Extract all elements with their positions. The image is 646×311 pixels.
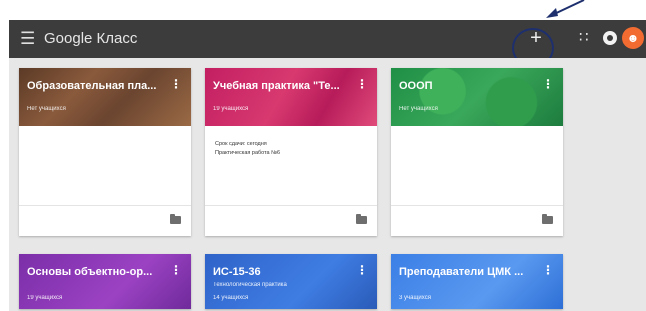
- class-card-banner[interactable]: Преподаватели ЦМК ... ⋮ 3 учащихся: [391, 254, 563, 309]
- student-count: Нет учащихся: [399, 106, 438, 112]
- class-card[interactable]: Преподаватели ЦМК ... ⋮ 3 учащихся: [391, 254, 563, 309]
- class-title[interactable]: Основы объектно-ор...: [27, 266, 167, 278]
- more-options-icon[interactable]: ⋮: [356, 264, 368, 276]
- class-title[interactable]: Учебная практика "Те...: [213, 80, 353, 92]
- app-title[interactable]: Google Класс: [44, 30, 137, 48]
- folder-icon[interactable]: [356, 214, 367, 224]
- class-title[interactable]: Преподаватели ЦМК ...: [399, 266, 539, 278]
- assignment-link[interactable]: Практическая работа №6: [215, 150, 280, 156]
- class-card[interactable]: ИС-15-36 ⋮ Технологическая практика 14 у…: [205, 254, 377, 309]
- class-title[interactable]: ОООП: [399, 80, 539, 92]
- folder-icon[interactable]: [170, 214, 181, 224]
- account-circle-icon[interactable]: [603, 31, 617, 45]
- annotation-arrow-icon: [546, 0, 585, 18]
- student-count: 14 учащихся: [213, 295, 249, 301]
- class-card[interactable]: Образовательная пла... ⋮ Нет учащихся: [19, 68, 191, 236]
- class-card[interactable]: Учебная практика "Те... ⋮ 19 учащихся Ср…: [205, 68, 377, 236]
- class-card-banner[interactable]: Образовательная пла... ⋮ Нет учащихся: [19, 68, 191, 126]
- card-footer: [205, 205, 377, 236]
- more-options-icon[interactable]: ⋮: [170, 264, 182, 276]
- class-grid: Образовательная пла... ⋮ Нет учащихся Уч…: [9, 58, 646, 311]
- class-card-banner[interactable]: ИС-15-36 ⋮ Технологическая практика 14 у…: [205, 254, 377, 309]
- more-options-icon[interactable]: ⋮: [356, 78, 368, 90]
- student-count: 3 учащихся: [399, 295, 431, 301]
- more-options-icon[interactable]: ⋮: [170, 78, 182, 90]
- more-options-icon[interactable]: ⋮: [542, 78, 554, 90]
- hamburger-icon[interactable]: ☰: [20, 30, 38, 48]
- student-count: 19 учащихся: [213, 106, 249, 112]
- student-count: 19 учащихся: [27, 295, 63, 301]
- assignment-due: Срок сдачи: сегодня: [215, 141, 267, 147]
- user-avatar-icon[interactable]: ☻: [622, 27, 644, 49]
- student-count: Нет учащихся: [27, 106, 66, 112]
- folder-icon[interactable]: [542, 214, 553, 224]
- class-card-banner[interactable]: Учебная практика "Те... ⋮ 19 учащихся: [205, 68, 377, 126]
- class-title[interactable]: ИС-15-36: [213, 266, 353, 278]
- card-footer: [19, 205, 191, 236]
- class-card[interactable]: ОООП ⋮ Нет учащихся: [391, 68, 563, 236]
- class-card[interactable]: Основы объектно-ор... ⋮ 19 учащихся: [19, 254, 191, 309]
- class-section: Технологическая практика: [213, 282, 287, 288]
- card-footer: [391, 205, 563, 236]
- grid-icon[interactable]: ∷: [579, 30, 595, 46]
- class-card-banner[interactable]: Основы объектно-ор... ⋮ 19 учащихся: [19, 254, 191, 309]
- more-options-icon[interactable]: ⋮: [542, 264, 554, 276]
- class-card-banner[interactable]: ОООП ⋮ Нет учащихся: [391, 68, 563, 126]
- class-title[interactable]: Образовательная пла...: [27, 80, 167, 92]
